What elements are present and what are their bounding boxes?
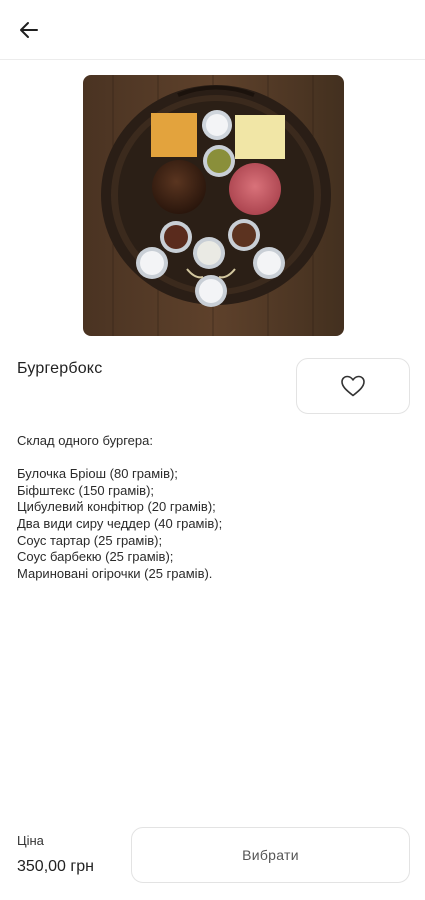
ingredient-item: Два види сиру чеддер (40 грамів); bbox=[17, 515, 223, 531]
product-description: Склад одного бургера: Булочка Бріош (80 … bbox=[17, 433, 412, 582]
ingredient-item: Булочка Бріош (80 грамів); bbox=[17, 466, 178, 482]
product-title: Бургербокс bbox=[17, 360, 103, 377]
ingredient-item: Соус тартар (25 грамів); bbox=[17, 532, 163, 548]
description-heading: Склад одного бургера: bbox=[17, 433, 153, 448]
favorite-button[interactable] bbox=[296, 358, 410, 414]
arrow-left-icon bbox=[20, 22, 38, 38]
ingredient-item: Цибулевий конфітюр (20 грамів); bbox=[17, 499, 216, 515]
top-app-bar bbox=[0, 0, 425, 60]
ingredient-item: Мариновані огірочки (25 грамів). bbox=[17, 565, 213, 581]
choose-button[interactable]: Вибрати bbox=[131, 827, 410, 883]
ingredient-item: Соус барбекю (25 грамів); bbox=[17, 549, 174, 565]
heart-outline-icon bbox=[341, 375, 365, 397]
price-value: 350,00 грн bbox=[17, 858, 94, 875]
ingredient-item: Біфштекс (150 грамів); bbox=[17, 482, 155, 498]
price-label: Ціна bbox=[17, 833, 44, 848]
back-button[interactable] bbox=[12, 14, 46, 46]
product-image bbox=[83, 75, 344, 336]
